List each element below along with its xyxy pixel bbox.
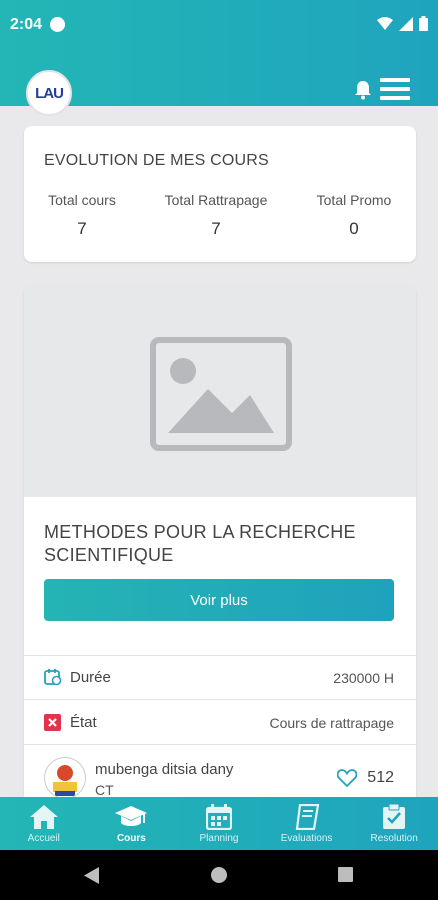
duration-label: Durée (70, 669, 111, 686)
nav-label: Accueil (27, 833, 60, 844)
signal-icon (399, 16, 413, 31)
voir-plus-button[interactable]: Voir plus (44, 579, 394, 621)
avatar-image (53, 765, 77, 796)
state-value: Cours de rattrapage (269, 715, 394, 731)
app-bar: LAU (0, 56, 438, 116)
divider (24, 655, 416, 656)
battery-icon (419, 16, 428, 31)
bell-icon[interactable] (354, 80, 372, 100)
book-icon (295, 804, 319, 830)
stat-total-promo: Total Promo 0 (289, 192, 419, 239)
stat-label: Total Rattrapage (164, 192, 268, 208)
stat-value: 7 (211, 219, 221, 238)
status-time: 2:04 (10, 16, 43, 33)
duration-value: 230000 H (333, 670, 394, 686)
logo-text: LAU (35, 84, 64, 102)
nav-cours[interactable]: Cours (88, 797, 176, 850)
course-title: METHODES POUR LA RECHERCHE SCIENTIFIQUE (44, 522, 356, 565)
stat-label: Total cours (48, 192, 116, 208)
state-label: État (70, 714, 97, 731)
back-icon[interactable] (84, 867, 100, 884)
clipboard-check-icon (383, 804, 406, 829)
stat-label: Total Promo (316, 192, 392, 208)
home-button-icon[interactable] (211, 867, 227, 883)
recents-icon[interactable] (338, 867, 353, 882)
course-card[interactable]: METHODES POUR LA RECHERCHE SCIENTIFIQUE … (24, 285, 416, 805)
nav-label: Planning (199, 833, 239, 844)
nav-resolution[interactable]: Resolution (350, 797, 438, 850)
nav-evaluations[interactable]: Evaluations (263, 797, 351, 850)
nav-label: Evaluations (280, 833, 333, 844)
app-logo: LAU (26, 70, 72, 116)
hamburger-menu-icon[interactable] (380, 78, 410, 100)
calendar-clock-icon (44, 669, 62, 686)
heart-icon[interactable] (337, 769, 358, 787)
divider (24, 744, 416, 745)
notification-dot-icon (50, 17, 65, 32)
author-avatar (44, 757, 86, 799)
nav-label: Cours (116, 833, 146, 844)
stats-title: EVOLUTION DE MES COURS (44, 152, 269, 169)
course-stats-card: EVOLUTION DE MES COURS Total cours 7 Tot… (24, 126, 416, 262)
close-box-icon (44, 714, 61, 731)
graduation-cap-icon (115, 806, 148, 826)
home-icon (29, 805, 58, 829)
nav-accueil[interactable]: Accueil (0, 797, 88, 850)
calendar-icon (205, 804, 232, 830)
bottom-nav: Accueil Cours Planning Evaluations Resol… (0, 797, 438, 850)
divider (24, 699, 416, 700)
nav-label: Resolution (370, 833, 418, 844)
stat-total-cours: Total cours 7 (17, 192, 147, 239)
stat-total-rattrapage: Total Rattrapage 7 (151, 192, 281, 239)
course-image-placeholder (24, 285, 416, 497)
nav-planning[interactable]: Planning (175, 797, 263, 850)
author-name: mubenga ditsia dany (95, 761, 234, 778)
author-role: CT (95, 782, 114, 798)
status-icons (377, 16, 428, 31)
wifi-icon (377, 16, 393, 30)
likes-count: 512 (367, 769, 394, 786)
likes[interactable]: 512 (337, 769, 394, 787)
system-nav-bar (0, 850, 438, 900)
status-bar: 2:04 (0, 0, 438, 56)
image-placeholder-icon (150, 337, 292, 451)
stat-value: 7 (77, 219, 87, 238)
stat-value: 0 (349, 219, 359, 238)
